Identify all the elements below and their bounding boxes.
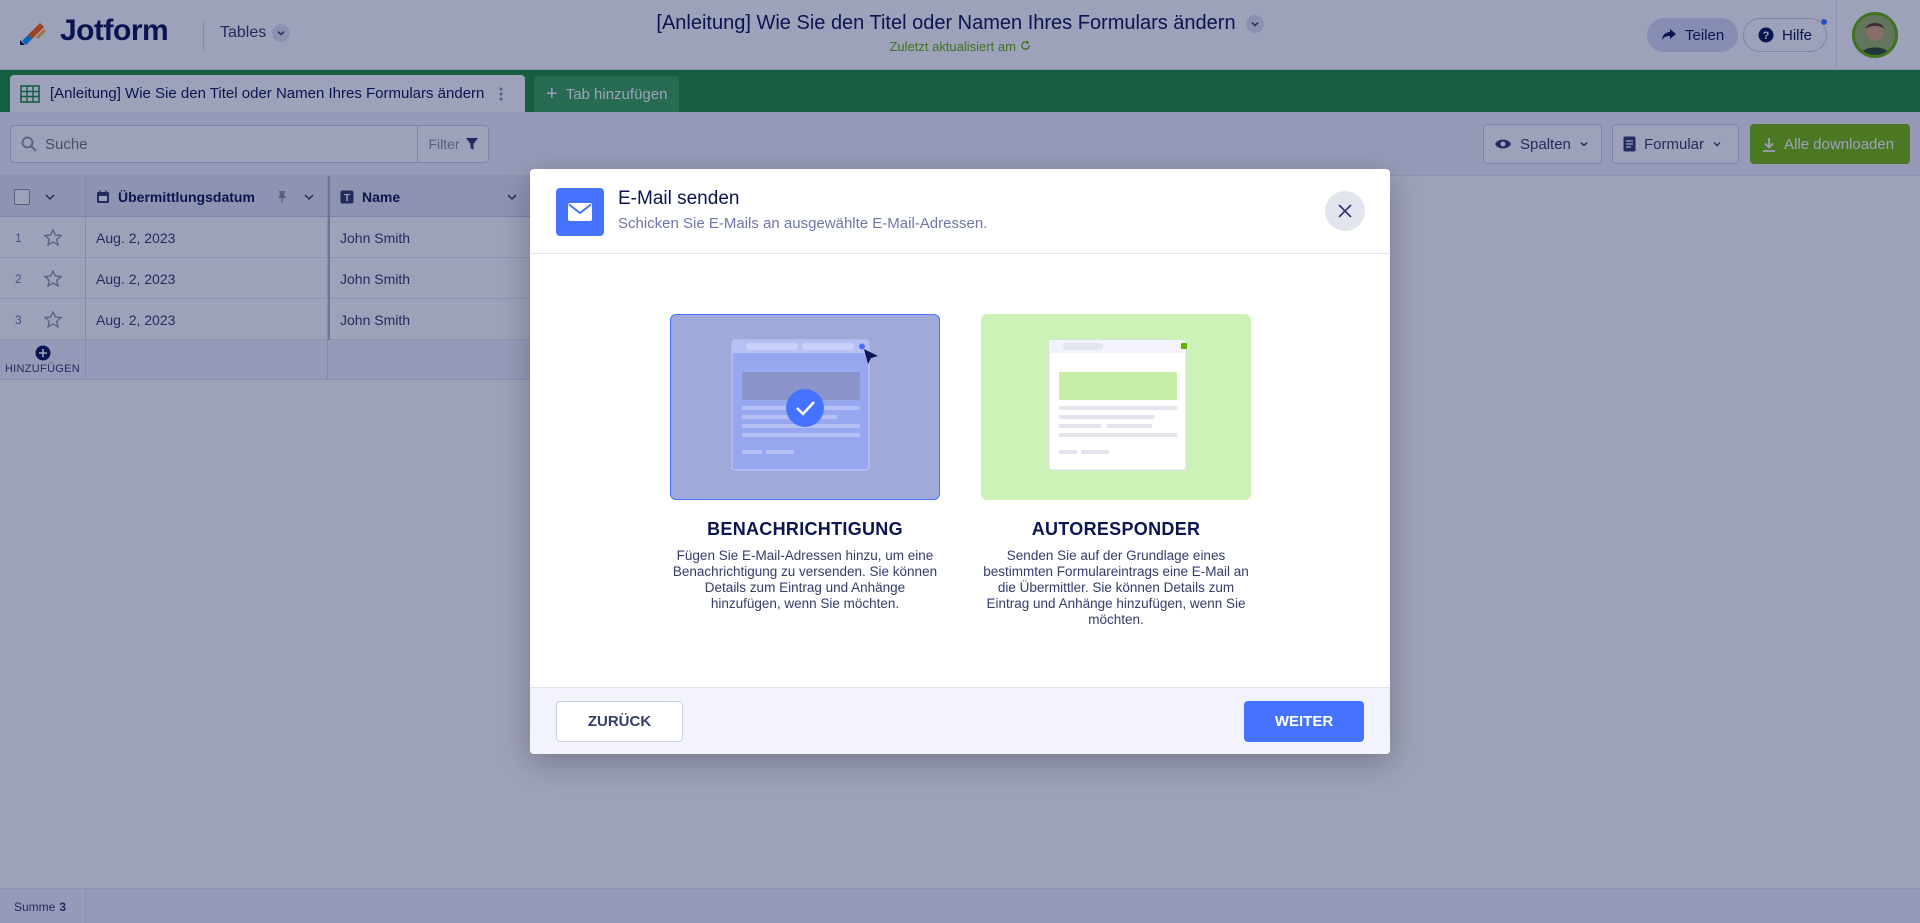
autoresponder-option[interactable]: AUTORESPONDER Senden Sie auf der Grundla… (981, 314, 1251, 628)
option-description: Senden Sie auf der Grundlage eines besti… (983, 548, 1249, 627)
dialog-description: Schicken Sie E-Mails an ausgewählte E-Ma… (618, 215, 988, 232)
option-title: BENACHRICHTIGUNG (707, 519, 903, 539)
autoresponder-illustration (981, 314, 1251, 500)
dialog-title: E-Mail senden (618, 188, 740, 209)
notification-option[interactable]: BENACHRICHTIGUNG Fügen Sie E-Mail-Adress… (670, 314, 940, 612)
option-description: Fügen Sie E-Mail-Adressen hinzu, um eine… (672, 548, 938, 611)
dialog-footer: ZURÜCK WEITER (530, 687, 1390, 754)
notification-illustration (670, 314, 940, 500)
send-email-dialog: E-Mail senden Schicken Sie E-Mails an au… (530, 169, 1390, 754)
option-title: AUTORESPONDER (1031, 519, 1201, 539)
back-button[interactable]: ZURÜCK (556, 701, 683, 742)
dialog-header: E-Mail senden Schicken Sie E-Mails an au… (530, 169, 1390, 254)
next-button[interactable]: WEITER (1244, 701, 1364, 742)
close-button[interactable] (1325, 191, 1365, 231)
envelope-icon (556, 188, 604, 236)
close-icon (1338, 204, 1352, 218)
